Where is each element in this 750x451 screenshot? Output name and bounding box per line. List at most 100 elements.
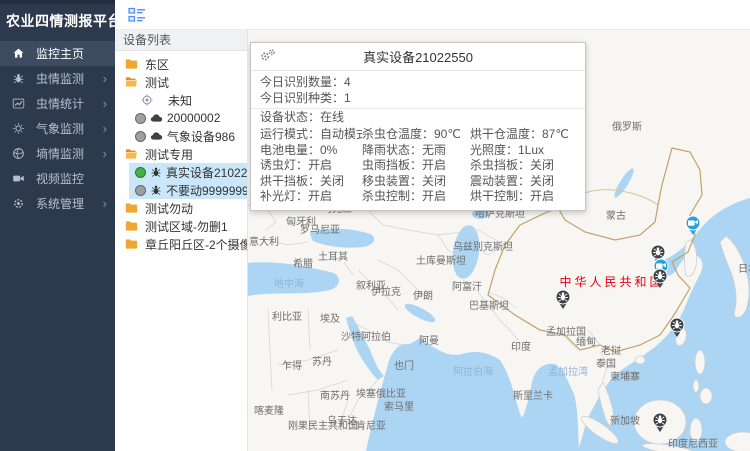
sidebar-item[interactable]: 系统管理›: [0, 191, 115, 216]
sidebar-item[interactable]: 墒情监测›: [0, 141, 115, 166]
popup-field: 电池电量：0%: [260, 143, 362, 159]
popup-field: 运行模式：自动模式: [260, 127, 362, 143]
popup-field: 杀虫控制：开启: [362, 189, 470, 205]
map-place-label: 喀麦隆: [254, 404, 284, 417]
map-place-label: 缅甸: [576, 335, 596, 348]
device-group-row[interactable]: 测试专用: [115, 145, 247, 163]
sidebar-item[interactable]: 气象监测›: [0, 116, 115, 141]
sidebar-item-label: 视频监控: [36, 170, 107, 187]
group-label: 测试区域-勿删1: [145, 218, 228, 235]
device-label: 真实设备21022550: [166, 164, 247, 181]
map-place-label: 土耳其: [318, 250, 348, 263]
map-place-label: 索马里: [384, 400, 414, 413]
map-place-label: 伊朗: [413, 290, 433, 302]
map-place-label: 巴基斯坦: [469, 299, 509, 312]
popup-field: 诱虫灯：开启: [260, 158, 362, 174]
device-row[interactable]: 未知: [115, 91, 247, 109]
weather-device-icon: [150, 113, 163, 123]
popup-field: 杀虫挡板：关闭: [470, 158, 585, 174]
insect-device-icon: [150, 166, 162, 178]
device-label: 不要动99999999: [166, 182, 247, 199]
map-place-label: 也门: [394, 359, 414, 372]
map-place-label: 阿富汗: [452, 280, 482, 293]
insect-device-icon: [150, 184, 162, 196]
sidebar-item-label: 监控主页: [36, 45, 107, 62]
map-place-label: 阿曼: [419, 335, 439, 347]
group-label: 测试专用: [145, 146, 193, 163]
map-place-label: 蒙古: [606, 209, 626, 222]
popup-header: 真实设备21022550: [251, 43, 585, 71]
status-dot: [135, 185, 146, 196]
popup-field: 降雨状态：无雨: [362, 143, 470, 159]
popup-field: 烘干控制：开启: [470, 189, 585, 205]
sidebar-item-label: 虫情监测: [36, 70, 103, 87]
group-label: 测试: [145, 74, 169, 91]
sidebar-item[interactable]: 虫情统计›: [0, 91, 115, 116]
layout-list-icon[interactable]: [128, 7, 146, 23]
map-place-label: 柬埔寨: [610, 370, 640, 383]
folder-open-icon: [125, 76, 138, 88]
sidebar-item[interactable]: 视频监控: [0, 166, 115, 191]
map-place-label: 新加坡: [610, 414, 640, 427]
folder-closed-icon: [125, 58, 138, 70]
sidebar-item-label: 系统管理: [36, 195, 103, 212]
folder-closed-icon: [125, 238, 138, 250]
bug-icon: [11, 72, 25, 86]
map-place-label: 乍得: [282, 359, 302, 372]
map-place-label: 希腊: [293, 257, 313, 270]
map-place-label: 肯尼亚: [356, 419, 386, 432]
popup-field: 烘干仓温度：87℃: [470, 127, 585, 143]
popup-field: 烘干挡板：关闭: [260, 174, 362, 190]
map-place-label: 孟加拉湾: [548, 365, 588, 378]
status-dot: [135, 113, 146, 124]
video-icon: [11, 172, 25, 186]
chevron-right-icon: ›: [103, 197, 107, 210]
device-group-row[interactable]: 章丘阳丘区-2个摄像头: [115, 235, 247, 253]
map-place-label: 斯里兰卡: [513, 389, 553, 402]
device-group-row[interactable]: 东区: [115, 55, 247, 73]
sidebar-item-label: 虫情统计: [36, 95, 103, 112]
map-place-label: 阿拉伯海: [453, 365, 493, 378]
chevron-right-icon: ›: [103, 72, 107, 85]
device-group-row[interactable]: 测试: [115, 73, 247, 91]
gear-icon: [11, 197, 25, 211]
popup-title: 真实设备21022550: [251, 47, 585, 66]
device-row[interactable]: 真实设备21022550: [129, 163, 247, 181]
device-tree: 东区测试未知20000002气象设备986测试专用真实设备21022550不要动…: [115, 51, 247, 253]
sidebar-item[interactable]: 虫情监测›: [0, 66, 115, 91]
device-group-row[interactable]: 测试勿动: [115, 199, 247, 217]
sidebar-item[interactable]: 监控主页: [0, 41, 115, 66]
device-row[interactable]: 不要动99999999: [129, 181, 247, 199]
device-list-header: 设备列表: [115, 30, 247, 51]
map-place-label: 伊拉克: [371, 285, 401, 298]
status-dot: [135, 167, 146, 178]
map-place-label: 乌干达: [327, 414, 357, 427]
device-group-row[interactable]: 测试区域-勿删1: [115, 217, 247, 235]
status-dot: [135, 131, 146, 142]
map-place-label: 日本: [738, 262, 750, 275]
folder-closed-icon: [125, 202, 138, 214]
map-place-label: 利比亚: [272, 311, 302, 323]
china-country-label: 中华人民共和国: [559, 274, 664, 289]
gears-icon[interactable]: [259, 48, 277, 64]
map-place-label: 印度: [511, 340, 531, 353]
chevron-right-icon: ›: [103, 147, 107, 160]
device-label: 气象设备986: [167, 128, 235, 145]
popup-field: 震动装置：关闭: [470, 174, 585, 190]
device-info-popup: 真实设备21022550 今日识别数量：4今日识别种类：1 设备状态：在线 运行…: [250, 42, 586, 211]
device-row[interactable]: 20000002: [115, 109, 247, 127]
map-canvas[interactable]: 俄罗斯哈萨克斯坦蒙古乌克兰捷克匈牙利罗马尼亚意大利乌兹别克斯坦土耳其土库曼斯坦希…: [248, 30, 750, 451]
device-label: 未知: [168, 92, 192, 109]
popup-stats: 今日识别数量：4今日识别种类：1: [251, 71, 585, 109]
chart-icon: [11, 97, 25, 111]
map-place-label: 埃塞俄比亚: [356, 387, 406, 400]
device-panel: 设备列表 东区测试未知20000002气象设备986测试专用真实设备210225…: [115, 30, 248, 451]
weather-device-icon: [150, 131, 163, 141]
map-place-label: 印度尼西亚: [668, 437, 718, 450]
popup-stat: 今日识别种类：1: [251, 90, 585, 106]
popup-stat: 今日识别数量：4: [251, 74, 585, 90]
soil-icon: [11, 147, 25, 161]
sidebar-menu: 监控主页虫情监测›虫情统计›气象监测›墒情监测›视频监控系统管理›: [0, 41, 115, 216]
map-place-label: 南苏丹: [320, 389, 350, 402]
device-row[interactable]: 气象设备986: [115, 127, 247, 145]
